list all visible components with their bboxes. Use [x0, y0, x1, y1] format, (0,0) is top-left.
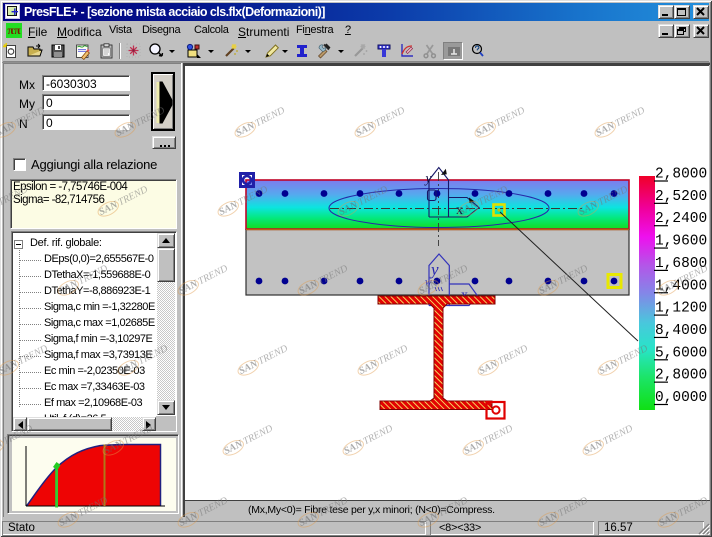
svg-text:y: y	[424, 171, 432, 186]
svg-text:w: w	[425, 277, 432, 288]
svg-text:1,6800: 1,6800	[655, 256, 707, 272]
svg-text:1,4000: 1,4000	[655, 278, 707, 294]
svg-text:8,4000: 8,4000	[655, 323, 707, 339]
svg-text:2,8000: 2,8000	[655, 368, 707, 384]
svg-text:2,5200: 2,5200	[655, 189, 707, 205]
svg-text:1,9600: 1,9600	[655, 234, 707, 250]
svg-text:x: x	[456, 203, 463, 218]
svg-text:1,1200: 1,1200	[655, 301, 707, 317]
svg-text:5,6000: 5,6000	[655, 345, 707, 361]
svg-text:0,0000: 0,0000	[655, 390, 707, 406]
svg-text:2,2400: 2,2400	[655, 211, 707, 227]
svg-text:2,8000: 2,8000	[655, 167, 707, 183]
